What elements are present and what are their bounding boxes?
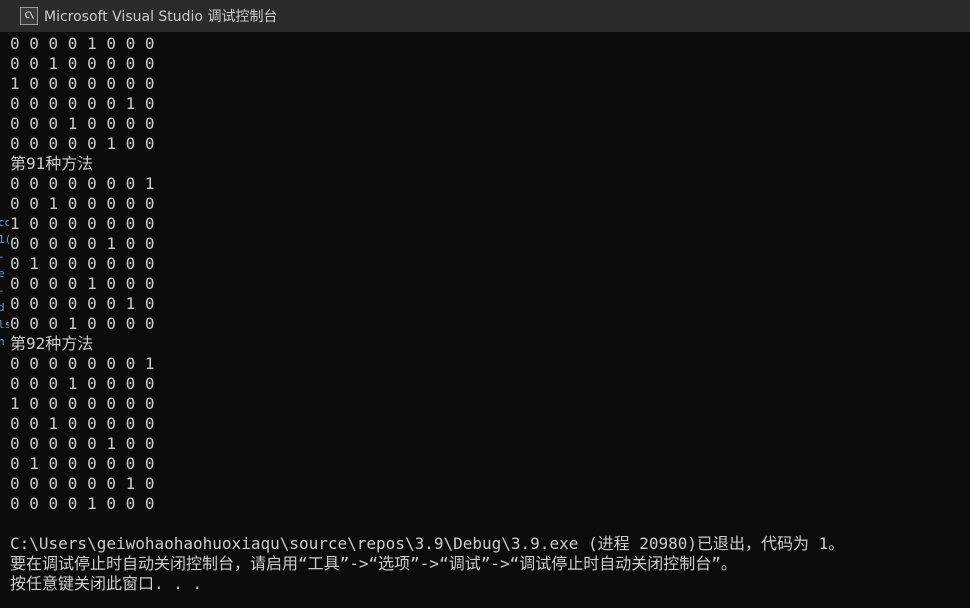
visual-studio-console-icon: C\	[20, 7, 38, 25]
console-line: 0 0 0 0 1 0 0 0	[10, 34, 155, 53]
console-line: 按任意键关闭此窗口. . .	[10, 574, 203, 593]
console-line: 0 0 0 1 0 0 0 0	[10, 114, 155, 133]
background-text-fragment: -	[0, 250, 5, 263]
background-text-fragment: ls	[0, 318, 9, 331]
title-bar[interactable]: C\ Microsoft Visual Studio 调试控制台	[0, 0, 970, 32]
console-line: 0 0 0 1 0 0 0 0	[10, 374, 155, 393]
background-text-fragment: d	[0, 301, 5, 314]
console-window: C\ Microsoft Visual Studio 调试控制台 co 1( - e -…	[0, 0, 970, 608]
console-line: 0 0 0 0 0 1 0 0	[10, 434, 155, 453]
background-text-fragment: -	[0, 284, 5, 297]
console-line: 第92种方法	[10, 334, 94, 353]
console-line: 0 0 0 0 1 0 0 0	[10, 494, 155, 513]
console-line: 1 0 0 0 0 0 0 0	[10, 74, 155, 93]
console-line: 0 0 0 0 0 1 0 0	[10, 234, 155, 253]
background-window-edge: co 1( - e - d ls n	[0, 212, 9, 352]
console-line: 0 0 1 0 0 0 0 0	[10, 414, 155, 433]
console-line: 0 0 0 0 0 0 0 1	[10, 174, 155, 193]
console-line: 0 0 0 0 0 0 0 1	[10, 354, 155, 373]
console-line: 0 0 0 1 0 0 0 0	[10, 314, 155, 333]
console-output[interactable]: 0 0 0 0 1 0 0 00 0 1 0 0 0 0 01 0 0 0 0 …	[10, 34, 965, 594]
background-text-fragment: co	[0, 216, 9, 229]
console-line: 0 0 0 0 0 1 0 0	[10, 134, 155, 153]
console-line: C:\Users\geiwohaohaohuoxiaqu\source\repo…	[10, 534, 845, 553]
window-title: Microsoft Visual Studio 调试控制台	[44, 9, 278, 25]
console-line: 0 0 0 0 0 0 1 0	[10, 94, 155, 113]
console-line: 0 0 0 0 0 0 1 0	[10, 474, 155, 493]
console-line: 要在调试停止时自动关闭控制台，请启用“工具”->“选项”->“调试”->“调试停…	[10, 554, 737, 573]
console-line: 0 1 0 0 0 0 0 0	[10, 454, 155, 473]
console-line: 0 0 0 0 1 0 0 0	[10, 274, 155, 293]
background-text-fragment: 1(	[0, 233, 9, 246]
background-text-fragment: e	[0, 267, 5, 280]
console-line: 1 0 0 0 0 0 0 0	[10, 394, 155, 413]
console-line: 1 0 0 0 0 0 0 0	[10, 214, 155, 233]
background-text-fragment: n	[0, 335, 5, 348]
console-line: 0 0 0 0 0 0 1 0	[10, 294, 155, 313]
console-line: 0 1 0 0 0 0 0 0	[10, 254, 155, 273]
console-line: 0 0 1 0 0 0 0 0	[10, 194, 155, 213]
console-line: 第91种方法	[10, 154, 94, 173]
console-line: 0 0 1 0 0 0 0 0	[10, 54, 155, 73]
